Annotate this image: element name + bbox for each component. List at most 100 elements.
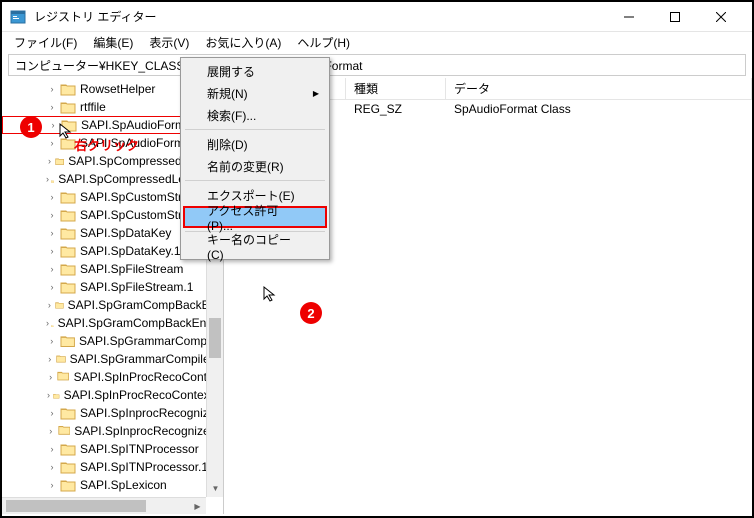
folder-icon xyxy=(55,298,64,312)
tree-item[interactable]: › SAPI.SpInprocRecognizer xyxy=(2,404,223,422)
tree-item-label: SAPI.SpFileStream.1 xyxy=(80,280,193,294)
tree-item-label: SAPI.SpInprocRecognizer.1 xyxy=(74,424,223,438)
chevron-right-icon[interactable]: › xyxy=(46,299,53,311)
chevron-right-icon[interactable]: › xyxy=(46,317,49,329)
chevron-right-icon[interactable]: › xyxy=(46,425,56,437)
tree-item[interactable]: ›SAPI.SpInProcRecoContext xyxy=(2,368,223,386)
annotation-badge-1: 1 xyxy=(20,116,42,138)
folder-icon xyxy=(60,244,76,258)
ctx-delete[interactable]: 削除(D) xyxy=(183,133,327,155)
app-icon xyxy=(10,9,26,25)
tree-item-label: rtffile xyxy=(80,100,106,114)
scrollbar-thumb[interactable] xyxy=(209,318,221,358)
annotation-badge-2: 2 xyxy=(300,302,322,324)
tree-item[interactable]: › SAPI.SpITNProcessor xyxy=(2,440,223,458)
col-data[interactable]: データ xyxy=(446,78,752,99)
chevron-right-icon[interactable]: › xyxy=(46,281,58,293)
chevron-right-icon[interactable]: › xyxy=(46,227,58,239)
tree-item-label: SAPI.SpFileStream xyxy=(80,262,183,276)
chevron-right-icon[interactable]: › xyxy=(46,371,55,383)
chevron-right-icon[interactable]: › xyxy=(46,245,58,257)
tree-item[interactable]: › SAPI.SpInProcRecoContext.1 xyxy=(2,386,223,404)
ctx-separator xyxy=(185,180,325,181)
tree-item-label: SAPI.SpGrammarCompiler.1 xyxy=(70,352,223,366)
chevron-right-icon[interactable]: › xyxy=(46,191,58,203)
tree-item-label: SAPI.SpInprocRecognizer xyxy=(80,406,219,420)
tree-item-label: SAPI.SpITNProcessor.1 xyxy=(80,460,208,474)
context-menu: 展開する 新規(N) 検索(F)... 削除(D) 名前の変更(R) エクスポー… xyxy=(180,57,330,260)
chevron-right-icon[interactable]: › xyxy=(46,479,58,491)
tree-item[interactable]: › SAPI.SpLexicon xyxy=(2,476,223,494)
menu-favorites[interactable]: お気に入り(A) xyxy=(197,32,289,52)
ctx-find[interactable]: 検索(F)... xyxy=(183,104,327,126)
chevron-right-icon[interactable]: › xyxy=(46,335,58,347)
tree-item-label: SAPI.SpGramCompBackEnd.1 xyxy=(58,316,223,330)
ctx-permissions[interactable]: アクセス許可(P)... xyxy=(183,206,327,228)
folder-icon xyxy=(60,208,76,222)
chevron-right-icon[interactable]: › xyxy=(46,263,58,275)
chevron-right-icon[interactable]: › xyxy=(46,389,51,401)
scroll-right-icon[interactable]: ▶ xyxy=(189,498,206,514)
tree-item-label: SAPI.SpLexicon xyxy=(80,478,167,492)
tree-item[interactable]: › SAPI.SpGramCompBackEnd.1 xyxy=(2,314,223,332)
tree-item-label: SAPI.SpAudioFormat xyxy=(81,118,195,132)
folder-icon xyxy=(60,100,76,114)
chevron-right-icon[interactable]: › xyxy=(46,155,53,167)
annotation-right-click: 右クリック xyxy=(74,135,139,154)
chevron-right-icon[interactable]: › xyxy=(46,209,58,221)
chevron-right-icon[interactable]: › xyxy=(46,407,58,419)
scroll-down-icon[interactable]: ▼ xyxy=(207,480,224,497)
chevron-right-icon[interactable]: › xyxy=(46,83,58,95)
tree-item-label: SAPI.SpDataKey.1 xyxy=(80,244,181,258)
folder-icon xyxy=(60,478,76,492)
menu-view[interactable]: 表示(V) xyxy=(141,32,197,52)
address-bar[interactable]: コンピューター¥HKEY_CLASSES_ROOT¥SAPI.SpAudioFo… xyxy=(8,54,746,76)
col-type[interactable]: 種類 xyxy=(346,78,446,99)
tree-item[interactable]: › SAPI.SpGramCompBackEnd xyxy=(2,296,223,314)
tree-scrollbar-horizontal[interactable]: ◀ ▶ xyxy=(2,497,206,514)
ctx-copy-keyname[interactable]: キー名のコピー(C) xyxy=(183,235,327,257)
titlebar: レジストリ エディター xyxy=(2,2,752,32)
folder-icon xyxy=(51,172,54,186)
folder-icon xyxy=(60,226,76,240)
maximize-button[interactable] xyxy=(652,2,698,32)
tree-item-label: SAPI.SpGramCompBackEnd xyxy=(68,298,223,312)
menu-edit[interactable]: 編集(E) xyxy=(85,32,141,52)
tree-item-label: SAPI.SpInProcRecoContext.1 xyxy=(64,388,223,402)
tree-item[interactable]: › SAPI.SpFileStream.1 xyxy=(2,278,223,296)
chevron-right-icon[interactable]: › xyxy=(46,443,58,455)
chevron-right-icon[interactable]: › xyxy=(46,137,58,149)
value-type: REG_SZ xyxy=(346,102,446,116)
tree-item[interactable]: › SAPI.SpGrammarCompiler.1 xyxy=(2,350,223,368)
minimize-button[interactable] xyxy=(606,2,652,32)
folder-icon xyxy=(61,118,77,132)
folder-icon xyxy=(60,460,76,474)
close-button[interactable] xyxy=(698,2,744,32)
folder-icon xyxy=(58,424,71,438)
ctx-new[interactable]: 新規(N) xyxy=(183,82,327,104)
chevron-right-icon[interactable]: › xyxy=(47,119,59,131)
scrollbar-thumb[interactable] xyxy=(6,500,146,512)
ctx-expand[interactable]: 展開する xyxy=(183,60,327,82)
folder-icon xyxy=(60,190,76,204)
tree-item-label: SAPI.SpGrammarCompiler xyxy=(79,334,223,348)
folder-icon xyxy=(60,262,76,276)
menu-help[interactable]: ヘルプ(H) xyxy=(289,32,358,52)
tree-item-label: SAPI.SpDataKey xyxy=(80,226,171,240)
tree-item[interactable]: › SAPI.SpFileStream xyxy=(2,260,223,278)
ctx-rename[interactable]: 名前の変更(R) xyxy=(183,155,327,177)
menubar: ファイル(F) 編集(E) 表示(V) お気に入り(A) ヘルプ(H) xyxy=(2,32,752,52)
menu-file[interactable]: ファイル(F) xyxy=(6,32,85,52)
tree-item-label: SAPI.SpITNProcessor xyxy=(80,442,199,456)
tree-item[interactable]: › SAPI.SpInprocRecognizer.1 xyxy=(2,422,223,440)
folder-icon xyxy=(60,82,76,96)
ctx-separator xyxy=(185,129,325,130)
chevron-right-icon[interactable]: › xyxy=(46,173,49,185)
tree-item[interactable]: › SAPI.SpITNProcessor.1 xyxy=(2,458,223,476)
folder-icon xyxy=(57,370,69,384)
chevron-right-icon[interactable]: › xyxy=(46,353,54,365)
chevron-right-icon[interactable]: › xyxy=(46,101,58,113)
chevron-right-icon[interactable]: › xyxy=(46,461,58,473)
tree-item[interactable]: › SAPI.SpGrammarCompiler xyxy=(2,332,223,350)
folder-icon xyxy=(51,316,54,330)
